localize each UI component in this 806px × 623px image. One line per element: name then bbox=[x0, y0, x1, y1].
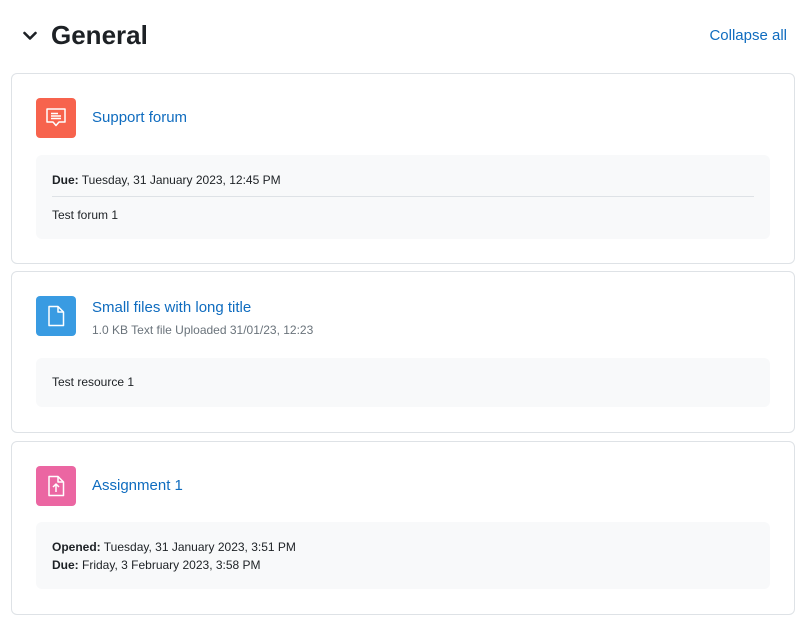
date-value: Tuesday, 31 January 2023, 12:45 PM bbox=[81, 173, 281, 187]
section-title: General bbox=[51, 20, 148, 50]
activity-description: Test resource 1 bbox=[52, 375, 135, 389]
activity-description: Test forum 1 bbox=[52, 208, 119, 222]
date-label: Due: bbox=[52, 173, 79, 187]
due-date: Due: Tuesday, 31 January 2023, 12:45 PM bbox=[52, 171, 281, 189]
activity-name-link[interactable]: Support forum bbox=[92, 108, 187, 128]
file-details: 1.0 KB Text file Uploaded 31/01/23, 12:2… bbox=[92, 323, 314, 337]
chevron-down-icon[interactable] bbox=[20, 26, 40, 46]
assignment-icon bbox=[36, 466, 76, 506]
activity-name-link[interactable]: Assignment 1 bbox=[92, 476, 183, 496]
section-header: General Collapse all bbox=[0, 0, 806, 70]
date-value: Friday, 3 February 2023, 3:58 PM bbox=[82, 558, 261, 572]
activity-name-link[interactable]: Small files with long title bbox=[92, 298, 251, 318]
activity-info: Due: Tuesday, 31 January 2023, 12:45 PM … bbox=[36, 155, 770, 239]
activity-card-assignment: Assignment 1 Opened: Tuesday, 31 January… bbox=[11, 441, 795, 615]
collapse-all-link[interactable]: Collapse all bbox=[709, 26, 787, 46]
forum-icon bbox=[36, 98, 76, 138]
divider bbox=[52, 196, 754, 197]
file-icon bbox=[36, 296, 76, 336]
date-value: Tuesday, 31 January 2023, 3:51 PM bbox=[103, 540, 296, 554]
due-date: Due: Friday, 3 February 2023, 3:58 PM bbox=[52, 556, 261, 574]
activity-card-resource: Small files with long title 1.0 KB Text … bbox=[11, 271, 795, 433]
opened-date: Opened: Tuesday, 31 January 2023, 3:51 P… bbox=[52, 538, 296, 556]
date-label: Opened: bbox=[52, 540, 101, 554]
activity-info: Opened: Tuesday, 31 January 2023, 3:51 P… bbox=[36, 522, 770, 589]
date-label: Due: bbox=[52, 558, 79, 572]
activity-info: Test resource 1 bbox=[36, 358, 770, 407]
activity-card-forum: Support forum Due: Tuesday, 31 January 2… bbox=[11, 73, 795, 264]
